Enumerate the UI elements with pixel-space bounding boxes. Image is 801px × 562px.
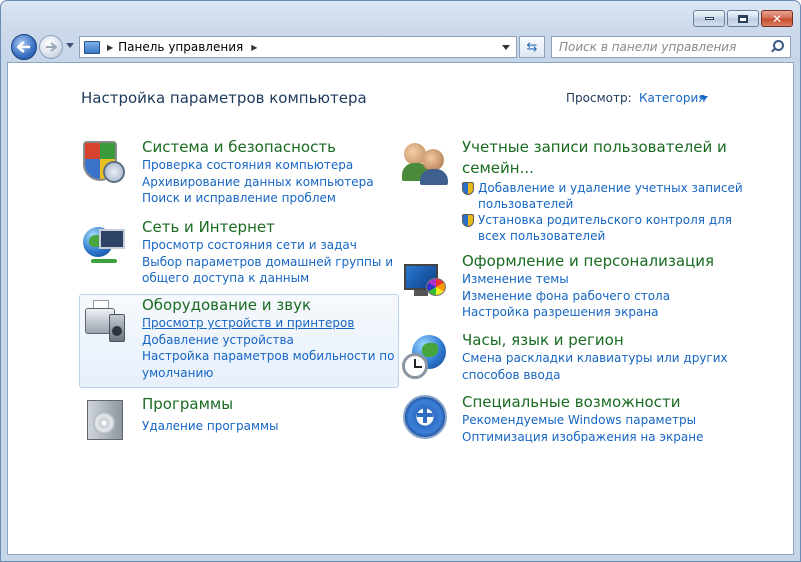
- gauge-icon: [103, 161, 125, 183]
- search-input[interactable]: Поиск в панели управления: [559, 40, 769, 54]
- maximize-button[interactable]: [727, 10, 759, 27]
- forward-button[interactable]: [39, 35, 63, 59]
- category-link[interactable]: умолчанию: [142, 365, 395, 382]
- breadcrumb-arrow-icon[interactable]: ▶: [107, 43, 113, 52]
- category-link[interactable]: Настройка разрешения экрана: [462, 304, 714, 321]
- palette-icon: [426, 278, 446, 296]
- user-head-icon: [422, 149, 444, 171]
- speaker-cone-icon: [112, 326, 122, 336]
- category-network: Сеть и Интернет Просмотр состояния сети …: [142, 218, 393, 287]
- view-by-label: Просмотр:: [566, 91, 632, 105]
- recent-pages-dropdown[interactable]: [66, 43, 74, 48]
- breadcrumb-arrow-icon[interactable]: ▶: [251, 43, 257, 52]
- category-access: Специальные возможности Рекомендуемые Wi…: [462, 393, 703, 445]
- uac-shield-icon: [462, 214, 474, 227]
- clock-hand: [414, 366, 422, 368]
- category-link[interactable]: Проверка состояния компьютера: [142, 157, 374, 174]
- category-link[interactable]: Изменение темы: [462, 271, 714, 288]
- hardware-sound-icon[interactable]: [81, 298, 129, 346]
- refresh-button[interactable]: ⇆: [519, 36, 545, 58]
- category-link[interactable]: Архивирование данных компьютера: [142, 174, 374, 191]
- page-title: Настройка параметров компьютера: [81, 89, 367, 107]
- category-link-hovered[interactable]: Просмотр устройств и принтеров: [142, 315, 395, 332]
- view-by-dropdown[interactable]: Категория: [639, 91, 706, 105]
- category-title[interactable]: Сеть и Интернет: [142, 218, 393, 237]
- cable-icon: [91, 259, 117, 263]
- disc-icon: [93, 412, 115, 434]
- category-title[interactable]: Учетные записи пользователей и: [462, 138, 743, 157]
- minimize-icon: [704, 17, 714, 20]
- breadcrumb-control-panel[interactable]: Панель управления: [118, 40, 243, 54]
- category-link-text: Добавление и удаление учетных записей: [478, 181, 743, 195]
- minimize-button[interactable]: [693, 10, 725, 27]
- refresh-icon: ⇆: [526, 39, 538, 55]
- arrow-right-icon: [46, 42, 57, 52]
- system-security-icon[interactable]: [81, 139, 129, 187]
- category-clock: Часы, язык и регион Смена раскладки клав…: [462, 331, 728, 383]
- uac-shield-icon: [462, 182, 474, 195]
- category-users: Учетные записи пользователей и семейн...…: [462, 138, 743, 244]
- maximize-icon: [738, 14, 748, 23]
- search-icon[interactable]: [769, 39, 785, 55]
- category-hardware: Оборудование и звук Просмотр устройств и…: [142, 296, 395, 381]
- category-link[interactable]: способов ввода: [462, 367, 728, 384]
- address-bar[interactable]: ▶ Панель управления ▶: [79, 36, 517, 58]
- globe-land: [422, 343, 438, 357]
- address-dropdown[interactable]: [502, 45, 510, 50]
- category-link[interactable]: Просмотр состояния сети и задач: [142, 237, 393, 254]
- monitor-icon: [99, 229, 125, 249]
- user-body-icon: [420, 169, 448, 185]
- category-programs: Программы Удаление программы: [142, 395, 279, 435]
- appearance-icon[interactable]: [402, 256, 450, 304]
- category-link[interactable]: Смена раскладки клавиатуры или других: [462, 350, 728, 367]
- category-link[interactable]: Оптимизация изображения на экране: [462, 429, 703, 446]
- category-appearance: Оформление и персонализация Изменение те…: [462, 252, 714, 321]
- category-link[interactable]: Удаление программы: [142, 418, 279, 435]
- clock-language-region-icon[interactable]: [402, 333, 450, 381]
- chevron-down-icon[interactable]: [700, 96, 708, 101]
- ease-of-access-icon[interactable]: [403, 393, 451, 441]
- category-title[interactable]: Часы, язык и регион: [462, 331, 728, 350]
- search-box[interactable]: Поиск в панели управления: [551, 36, 791, 58]
- category-title[interactable]: семейн...: [462, 159, 743, 178]
- back-button[interactable]: [11, 34, 37, 60]
- control-panel-icon: [84, 40, 100, 54]
- caption-buttons: ✕: [691, 10, 793, 27]
- category-title[interactable]: Система и безопасность: [142, 138, 374, 157]
- category-security: Система и безопасность Проверка состояни…: [142, 138, 374, 207]
- category-title[interactable]: Программы: [142, 395, 279, 414]
- category-link[interactable]: общего доступа к данным: [142, 270, 393, 287]
- category-link[interactable]: Настройка параметров мобильности по: [142, 348, 395, 365]
- category-link[interactable]: всех пользователей: [462, 228, 743, 245]
- category-title[interactable]: Специальные возможности: [462, 393, 703, 412]
- user-accounts-icon[interactable]: [402, 139, 450, 187]
- monitor-stand: [414, 290, 428, 296]
- category-link[interactable]: Рекомендуемые Windows параметры: [462, 412, 703, 429]
- category-link-text: Установка родительского контроля для: [478, 213, 733, 227]
- category-link[interactable]: пользователей: [462, 196, 743, 213]
- arrow-left-icon: [17, 41, 30, 53]
- network-internet-icon[interactable]: [81, 221, 129, 269]
- category-link[interactable]: Изменение фона рабочего стола: [462, 288, 714, 305]
- programs-icon[interactable]: [83, 396, 131, 444]
- category-link[interactable]: Поиск и исправление проблем: [142, 190, 374, 207]
- category-title[interactable]: Оформление и персонализация: [462, 252, 714, 271]
- accessibility-arrows-icon: [417, 407, 433, 423]
- category-link[interactable]: Добавление и удаление учетных записей: [462, 180, 743, 197]
- close-icon: ✕: [771, 11, 783, 26]
- category-link[interactable]: Выбор параметров домашней группы и: [142, 254, 393, 271]
- category-link[interactable]: Установка родительского контроля для: [462, 212, 743, 229]
- category-title[interactable]: Оборудование и звук: [142, 296, 395, 315]
- control-panel-window: ✕ ▶ Панель управления ▶ ⇆ Поиск в панели…: [0, 0, 801, 562]
- category-link[interactable]: Добавление устройства: [142, 332, 395, 349]
- close-button[interactable]: ✕: [761, 10, 793, 27]
